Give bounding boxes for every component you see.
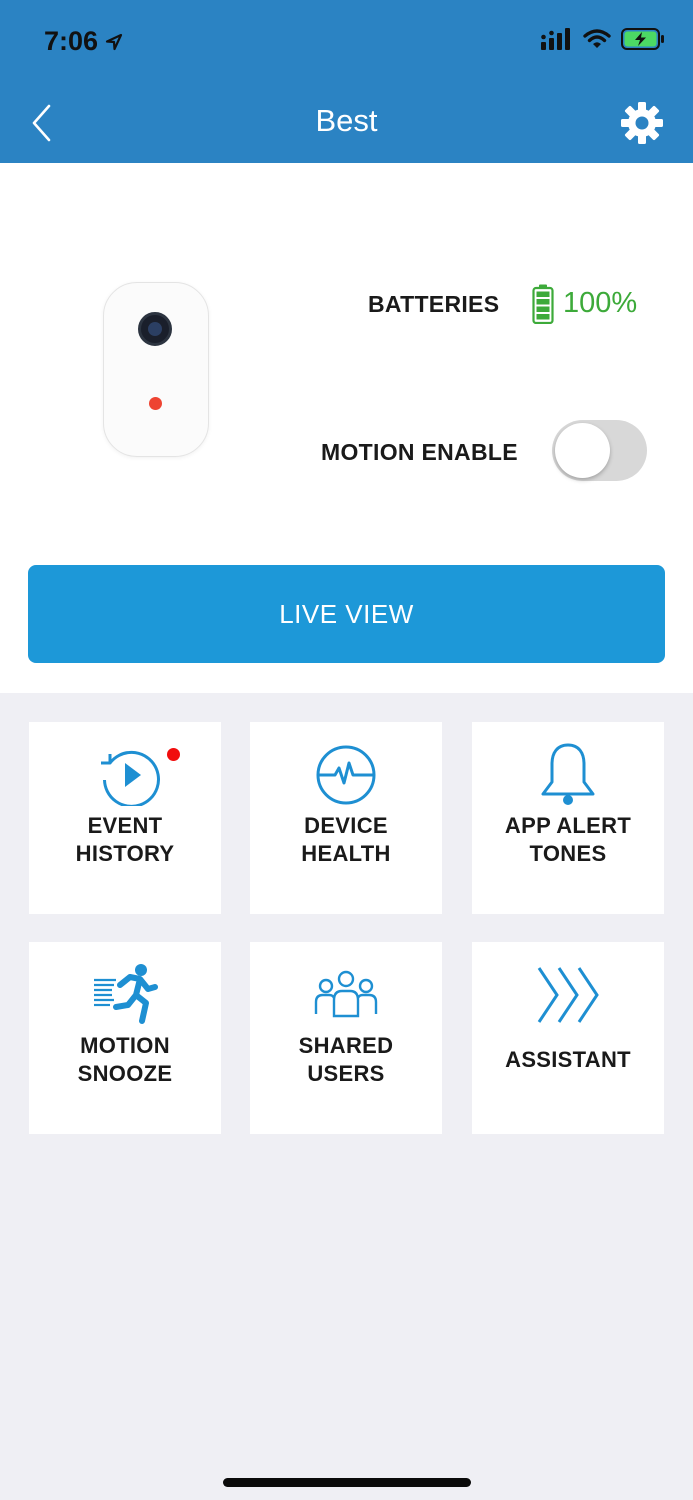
battery-percentage: 100%	[563, 287, 638, 319]
tile-app-alert-tones[interactable]: APP ALERT TONES	[472, 722, 664, 914]
replay-play-icon	[90, 742, 160, 808]
motion-enable-toggle[interactable]	[552, 420, 647, 481]
wifi-icon	[583, 29, 611, 48]
heartbeat-pulse-icon	[313, 742, 379, 808]
tile-assistant[interactable]: ASSISTANT	[472, 942, 664, 1134]
motion-enable-label: MOTION ENABLE	[321, 439, 518, 465]
camera-device-image	[103, 282, 209, 457]
status-time-text: 7:06	[44, 26, 99, 56]
camera-lens	[138, 312, 172, 346]
toggle-knob	[555, 423, 610, 478]
battery-full-icon	[532, 284, 554, 324]
location-arrow-icon	[105, 33, 123, 50]
home-indicator[interactable]	[223, 1478, 471, 1487]
tile-label: EVENT HISTORY	[75, 813, 175, 866]
tile-label: ASSISTANT	[505, 1047, 631, 1072]
tile-shared-users[interactable]: SHARED USERS	[250, 942, 442, 1134]
status-bar-time: 7:06	[44, 26, 124, 57]
tile-device-health[interactable]: DEVICE HEALTH	[250, 722, 442, 914]
users-group-icon	[313, 962, 379, 1028]
live-view-label: LIVE VIEW	[279, 598, 414, 629]
bell-icon	[537, 742, 599, 808]
tile-label: DEVICE HEALTH	[301, 813, 391, 866]
cellular-signal-icon	[541, 28, 570, 50]
battery-charging-icon	[621, 28, 664, 50]
tile-motion-snooze[interactable]: MOTION SNOOZE	[29, 942, 221, 1134]
status-bar-icons	[541, 28, 665, 50]
running-person-icon	[92, 962, 158, 1028]
gear-icon	[621, 102, 663, 144]
live-view-button[interactable]: LIVE VIEW	[28, 565, 665, 663]
batteries-label: BATTERIES	[368, 291, 500, 317]
camera-led	[149, 397, 162, 410]
notification-badge	[167, 748, 180, 761]
tile-label: MOTION SNOOZE	[77, 1033, 173, 1086]
tile-label: APP ALERT TONES	[504, 813, 632, 866]
page-title: Best	[315, 103, 378, 138]
device-panel: BATTERIES 100% MOTION ENABLE LIVE VIEW	[0, 163, 693, 693]
settings-button[interactable]	[619, 100, 665, 146]
tile-label: SHARED USERS	[298, 1033, 394, 1086]
header: 7:06 Best	[0, 0, 693, 163]
triple-chevron-right-icon	[535, 962, 601, 1028]
tile-event-history[interactable]: EVENT HISTORY	[29, 722, 221, 914]
